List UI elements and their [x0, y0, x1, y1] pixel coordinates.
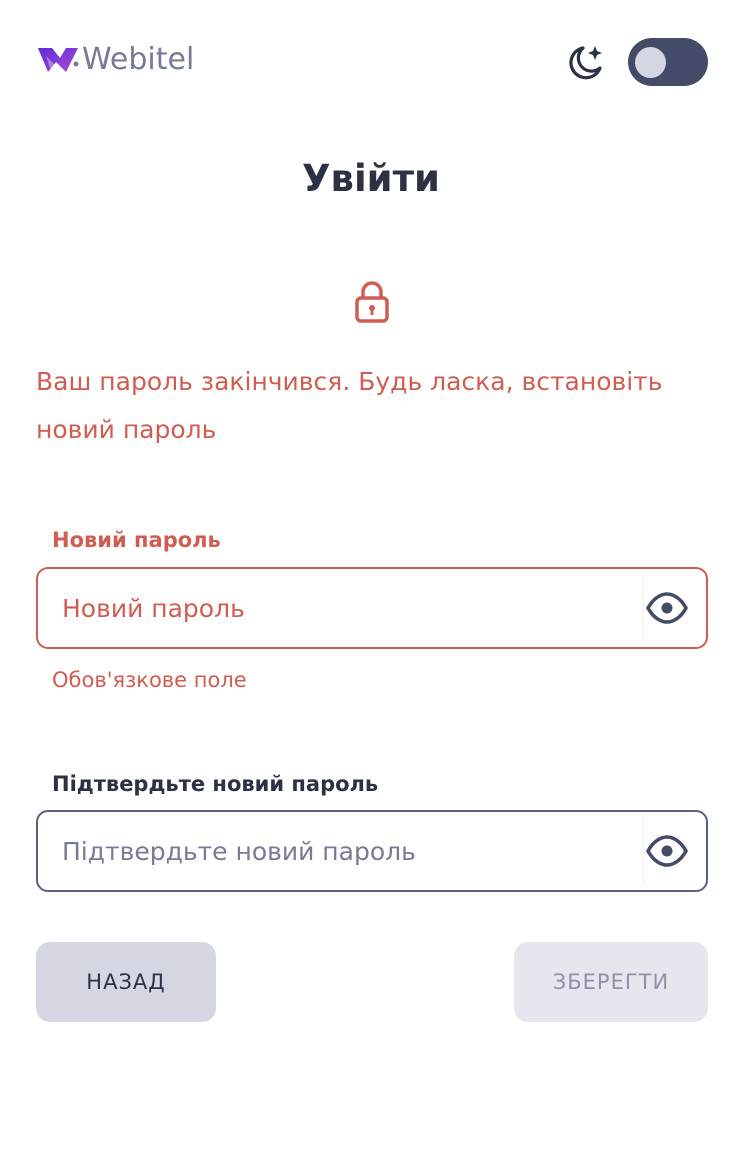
- back-button[interactable]: НАЗАД: [36, 942, 216, 1022]
- confirm-password-label: Підтвердьте новий пароль: [52, 772, 379, 796]
- webitel-logo: Webitel: [36, 42, 194, 78]
- lock-icon: [355, 281, 389, 323]
- new-password-label: Новий пароль: [52, 528, 221, 552]
- save-button[interactable]: ЗБЕРЕГТИ: [514, 942, 708, 1022]
- new-password-error: Обов'язкове поле: [52, 668, 247, 692]
- confirm-password-input[interactable]: [62, 812, 632, 890]
- password-expired-message: Ваш пароль закінчився. Будь ласка, встан…: [36, 367, 663, 444]
- moon-stars-icon: [569, 46, 602, 80]
- new-password-input[interactable]: [62, 569, 632, 647]
- theme-toggle[interactable]: [628, 38, 708, 86]
- eye-icon[interactable]: [646, 592, 688, 624]
- new-password-field: [36, 567, 708, 649]
- webitel-logo-mark-icon: [38, 48, 79, 72]
- toggle-knob: [635, 47, 666, 78]
- logo-text: Webitel: [82, 42, 195, 77]
- page-title: Увійти: [302, 157, 440, 200]
- field-divider: [643, 816, 644, 886]
- confirm-password-field: [36, 810, 708, 892]
- field-divider: [643, 573, 644, 643]
- eye-icon[interactable]: [646, 835, 688, 867]
